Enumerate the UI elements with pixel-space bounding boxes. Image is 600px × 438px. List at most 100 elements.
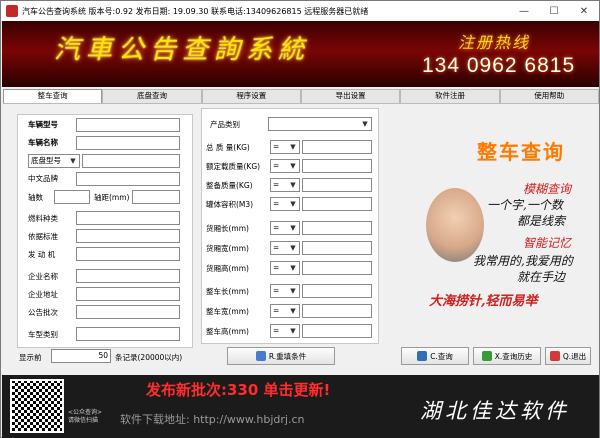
batch-label: 公告批次	[28, 308, 58, 317]
record-count-input[interactable]: 50	[51, 349, 111, 363]
tab-help[interactable]: 使用帮助	[499, 89, 599, 103]
company-name-label: 企业名称	[28, 272, 58, 281]
fuel-type-label: 燃料种类	[28, 214, 58, 223]
exit-button[interactable]: Q.退出	[545, 347, 591, 365]
tab-chassis-query[interactable]: 底盘查询	[102, 89, 202, 103]
company-address-input[interactable]	[76, 287, 180, 301]
footer-bar: <公众查询>请微信扫描 发布新批次:330 单击更新! 软件下载地址: http…	[2, 375, 599, 438]
vehicle-category-label: 车型类别	[28, 330, 58, 339]
rated-load-input[interactable]	[302, 159, 372, 173]
product-category-label: 产品类别	[210, 120, 240, 129]
left-form-panel: 车辆型号 车辆名称 底盘型号 ▼ 中文品牌 轴数 轴距(mm) 燃料种类 依据标…	[17, 114, 193, 348]
overall-height-input[interactable]	[302, 324, 372, 338]
chevron-down-icon: ▼	[290, 181, 296, 189]
wheelbase-label: 轴距(mm)	[94, 193, 130, 202]
cargo-length-input[interactable]	[302, 221, 372, 235]
reset-button[interactable]: R.重填条件	[227, 347, 335, 365]
download-url: 软件下载地址: http://www.hbjdrj.cn	[120, 413, 305, 426]
promo-line-4: 智能记忆	[523, 236, 572, 250]
child-photo	[426, 188, 484, 262]
close-button[interactable]: ✕	[569, 1, 599, 21]
update-notice-link[interactable]: 发布新批次:330 单击更新!	[146, 379, 330, 400]
cargo-height-operator[interactable]: = ▼	[270, 261, 300, 275]
tank-volume-input[interactable]	[302, 197, 372, 211]
overall-length-input[interactable]	[302, 284, 372, 298]
vehicle-model-label: 车辆型号	[28, 120, 58, 129]
query-icon	[417, 351, 428, 361]
tank-volume-operator[interactable]: = ▼	[270, 197, 300, 211]
maximize-button[interactable]: ☐	[539, 1, 569, 21]
curb-mass-operator[interactable]: = ▼	[270, 178, 300, 192]
total-mass-input[interactable]	[302, 140, 372, 154]
company-name-input[interactable]	[76, 269, 180, 283]
show-suffix-label: 条记录(20000以内)	[115, 353, 183, 362]
window-title: 汽车公告查询系统 版本号:0.92 发布日期: 19.09.30 联系电话:13…	[22, 6, 369, 16]
qr-code	[10, 379, 64, 433]
overall-height-operator[interactable]: = ▼	[270, 324, 300, 338]
tab-program-settings[interactable]: 程序设置	[201, 89, 301, 103]
tab-export-settings[interactable]: 导出设置	[300, 89, 401, 103]
product-category-select[interactable]: ▼	[268, 117, 372, 131]
curb-mass-input[interactable]	[302, 178, 372, 192]
history-button[interactable]: X.查询历史	[473, 347, 541, 365]
middle-form-panel: 产品类别 ▼ 总 质 量(KG) = ▼ 额定载质量(KG) = ▼ 整备质量(KG…	[201, 108, 379, 344]
total-mass-label: 总 质 量(KG)	[206, 143, 250, 152]
overall-length-label: 整车长(mm)	[206, 287, 249, 296]
promo-title: 整车查询	[477, 140, 565, 164]
engine-label: 发 动 机	[28, 250, 56, 259]
query-content: 车辆型号 车辆名称 底盘型号 ▼ 中文品牌 轴数 轴距(mm) 燃料种类 依据标…	[3, 103, 599, 375]
chevron-down-icon: ▼	[290, 162, 296, 170]
cargo-width-label: 货厢宽(mm)	[206, 244, 249, 253]
standard-label: 依据标准	[28, 232, 58, 241]
total-mass-operator[interactable]: = ▼	[270, 140, 300, 154]
reset-icon	[255, 351, 266, 361]
cargo-width-input[interactable]	[302, 241, 372, 255]
chassis-model-select[interactable]: 底盘型号 ▼	[28, 154, 80, 168]
promo-line-3: 都是线索	[517, 214, 566, 228]
promo-panel: 整车查询 模糊查询 一个字,一个数 都是线索 智能记忆 我常用的,我爱用的 就在…	[423, 118, 599, 350]
chinese-brand-label: 中文品牌	[28, 174, 58, 183]
cargo-height-label: 货厢高(mm)	[206, 264, 249, 273]
chevron-down-icon: ▼	[290, 327, 296, 335]
chevron-down-icon: ▼	[362, 120, 368, 128]
engine-input[interactable]	[76, 247, 180, 261]
vehicle-model-input[interactable]	[76, 118, 180, 132]
tab-vehicle-query[interactable]: 整车查询	[3, 89, 103, 103]
tank-volume-label: 罐体容积(M3)	[206, 200, 254, 209]
minimize-button[interactable]: —	[509, 1, 539, 21]
chevron-down-icon: ▼	[290, 200, 296, 208]
rated-load-label: 额定载质量(KG)	[206, 162, 261, 171]
vehicle-category-input[interactable]	[76, 327, 180, 341]
overall-width-operator[interactable]: = ▼	[270, 304, 300, 318]
vehicle-name-input[interactable]	[76, 136, 180, 150]
chevron-down-icon: ▼	[290, 224, 296, 232]
query-button[interactable]: C.查询	[401, 347, 469, 365]
overall-width-input[interactable]	[302, 304, 372, 318]
app-window: 汽车公告查询系统 版本号:0.92 发布日期: 19.09.30 联系电话:13…	[0, 0, 600, 438]
chevron-down-icon: ▼	[290, 307, 296, 315]
chevron-down-icon: ▼	[290, 264, 296, 272]
promo-line-6: 就在手边	[517, 270, 566, 284]
rated-load-operator[interactable]: = ▼	[270, 159, 300, 173]
qr-caption: <公众查询>请微信扫描	[68, 409, 103, 424]
standard-input[interactable]	[76, 229, 180, 243]
cargo-height-input[interactable]	[302, 261, 372, 275]
title-bar: 汽车公告查询系统 版本号:0.92 发布日期: 19.09.30 联系电话:13…	[1, 1, 599, 21]
chevron-down-icon: ▼	[290, 244, 296, 252]
chassis-model-input[interactable]	[82, 154, 180, 168]
batch-input[interactable]	[76, 305, 180, 319]
cargo-length-operator[interactable]: = ▼	[270, 221, 300, 235]
wheelbase-input[interactable]	[132, 190, 180, 204]
chevron-down-icon: ▼	[290, 143, 296, 151]
promo-line-5: 我常用的,我爱用的	[473, 254, 573, 268]
overall-length-operator[interactable]: = ▼	[270, 284, 300, 298]
vehicle-name-label: 车辆名称	[28, 138, 58, 147]
hotline-label: 注册热线	[458, 33, 531, 52]
fuel-type-input[interactable]	[76, 211, 180, 225]
cargo-width-operator[interactable]: = ▼	[270, 241, 300, 255]
header-banner: 汽車公告查詢系統 注册热线 134 0962 6815	[2, 21, 599, 87]
tab-registration[interactable]: 软件注册	[400, 89, 500, 103]
overall-height-label: 整车高(mm)	[206, 327, 249, 336]
chinese-brand-input[interactable]	[76, 172, 180, 186]
axle-count-input[interactable]	[54, 190, 90, 204]
